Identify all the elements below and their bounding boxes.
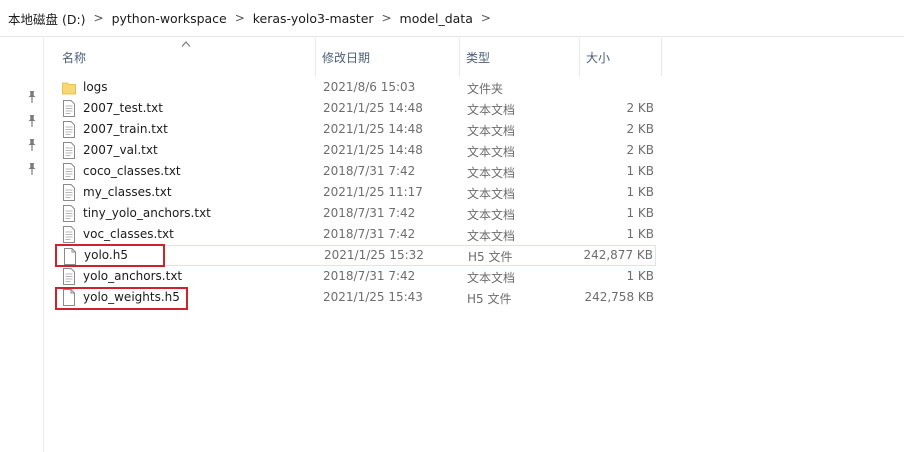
list-item[interactable]: tiny_yolo_anchors.txt 2018/7/31 7:42 文本文… [56, 203, 656, 224]
breadcrumb-item-python-workspace[interactable]: python-workspace [112, 11, 227, 26]
file-name: my_classes.txt [83, 185, 172, 199]
pin-icon[interactable] [26, 138, 38, 152]
list-item[interactable]: logs 2021/8/6 15:03 文件夹 [56, 77, 656, 98]
chevron-right-icon[interactable]: > [374, 11, 400, 25]
navigation-pane [0, 38, 44, 452]
text-file-icon [62, 100, 76, 117]
file-type: H5 文件 [467, 292, 512, 306]
file-size: 2 KB [626, 143, 654, 157]
text-file-icon [62, 163, 76, 180]
pin-icon[interactable] [26, 162, 38, 176]
chevron-right-icon[interactable]: > [473, 11, 499, 25]
pin-icon[interactable] [26, 90, 38, 104]
list-item[interactable]: 2007_test.txt 2021/1/25 14:48 文本文档 2 KB [56, 98, 656, 119]
list-item[interactable]: coco_classes.txt 2018/7/31 7:42 文本文档 1 K… [56, 161, 656, 182]
text-file-icon [62, 205, 76, 222]
file-date: 2021/1/25 14:48 [323, 101, 423, 115]
sort-ascending-icon [181, 40, 191, 48]
breadcrumb-item-drive[interactable]: 本地磁盘 (D:) [8, 9, 86, 28]
file-date: 2018/7/31 7:42 [323, 164, 416, 178]
file-size: 1 KB [626, 227, 654, 241]
chevron-right-icon[interactable]: > [227, 11, 253, 25]
text-file-icon [62, 121, 76, 138]
file-type: 文本文档 [467, 271, 516, 285]
file-date: 2021/1/25 14:48 [323, 143, 423, 157]
file-type: 文本文档 [467, 103, 516, 117]
list-item[interactable]: yolo_anchors.txt 2018/7/31 7:42 文本文档 1 K… [56, 266, 656, 287]
text-file-icon [62, 142, 76, 159]
text-file-icon [62, 226, 76, 243]
file-date: 2018/7/31 7:42 [323, 227, 416, 241]
file-type: H5 文件 [468, 250, 513, 264]
column-header-date[interactable]: 修改日期 [316, 38, 460, 76]
file-type: 文本文档 [467, 166, 516, 180]
file-date: 2021/1/25 15:43 [323, 290, 423, 304]
file-type: 文件夹 [467, 82, 504, 96]
file-date: 2021/1/25 11:17 [323, 185, 423, 199]
text-file-icon [62, 268, 76, 285]
pin-icon[interactable] [26, 114, 38, 128]
file-name: coco_classes.txt [83, 164, 181, 178]
list-item[interactable]: 2007_train.txt 2021/1/25 14:48 文本文档 2 KB [56, 119, 656, 140]
file-name: 2007_train.txt [83, 122, 168, 136]
file-date: 2021/1/25 14:48 [323, 122, 423, 136]
column-header-size[interactable]: 大小 [580, 38, 662, 76]
file-type: 文本文档 [467, 208, 516, 222]
file-date: 2021/8/6 15:03 [323, 80, 416, 94]
file-size: 1 KB [626, 269, 654, 283]
file-size: 242,758 KB [584, 290, 654, 304]
file-size: 1 KB [626, 206, 654, 220]
file-date: 2018/7/31 7:42 [323, 269, 416, 283]
file-type: 文本文档 [467, 229, 516, 243]
list-item[interactable]: voc_classes.txt 2018/7/31 7:42 文本文档 1 KB [56, 224, 656, 245]
list-item[interactable]: 2007_val.txt 2021/1/25 14:48 文本文档 2 KB [56, 140, 656, 161]
file-name: tiny_yolo_anchors.txt [83, 206, 211, 220]
file-name: voc_classes.txt [83, 227, 174, 241]
file-date: 2021/1/25 15:32 [324, 248, 424, 262]
breadcrumb-item-keras-yolo3-master[interactable]: keras-yolo3-master [253, 11, 374, 26]
file-name: 2007_test.txt [83, 101, 163, 115]
file-size: 242,877 KB [583, 248, 653, 262]
file-type: 文本文档 [467, 145, 516, 159]
breadcrumb: 本地磁盘 (D:) > python-workspace > keras-yol… [0, 0, 904, 37]
file-size: 1 KB [626, 185, 654, 199]
highlight-box-yolo-h5 [55, 244, 165, 267]
file-size: 2 KB [626, 101, 654, 115]
highlight-box-yolo-weights-h5 [55, 287, 188, 310]
file-type: 文本文档 [467, 124, 516, 138]
file-list: logs 2021/8/6 15:03 文件夹 2007_test.txt 20… [56, 77, 656, 308]
text-file-icon [62, 184, 76, 201]
file-type: 文本文档 [467, 187, 516, 201]
file-name: 2007_val.txt [83, 143, 158, 157]
file-name: logs [83, 80, 108, 94]
column-header-type[interactable]: 类型 [460, 38, 580, 76]
file-name: yolo_anchors.txt [83, 269, 183, 283]
chevron-right-icon[interactable]: > [86, 11, 112, 25]
file-size: 2 KB [626, 122, 654, 136]
folder-icon [62, 79, 76, 96]
file-date: 2018/7/31 7:42 [323, 206, 416, 220]
list-item[interactable]: my_classes.txt 2021/1/25 11:17 文本文档 1 KB [56, 182, 656, 203]
breadcrumb-item-model-data[interactable]: model_data [400, 11, 473, 26]
file-size: 1 KB [626, 164, 654, 178]
